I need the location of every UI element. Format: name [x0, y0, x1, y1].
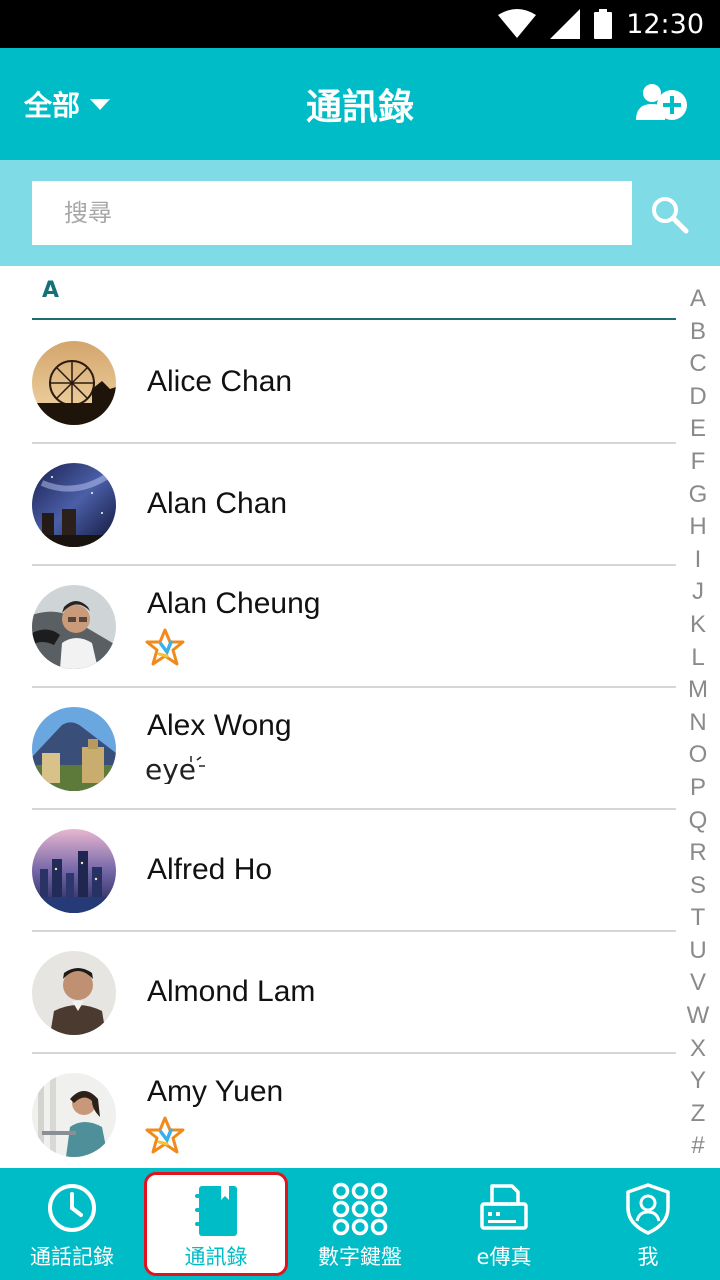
contact-row-amy-yuen[interactable]: Amy Yuen — [32, 1054, 676, 1168]
avatar — [32, 829, 116, 913]
profile-shield-icon — [626, 1183, 670, 1235]
index-letter[interactable]: X — [676, 1033, 720, 1066]
index-letter[interactable]: B — [676, 316, 720, 349]
fax-icon — [480, 1184, 528, 1230]
index-letter[interactable]: E — [676, 413, 720, 446]
section-header: A — [32, 266, 676, 320]
dialpad-icon — [332, 1182, 388, 1236]
contact-name: Alfred Ho — [147, 853, 273, 886]
contact-name: Amy Yuen — [147, 1075, 284, 1108]
signal-icon — [550, 9, 581, 39]
index-letter[interactable]: F — [676, 446, 720, 479]
nav-me[interactable]: 我 — [576, 1168, 720, 1280]
contact-name: Alan Cheung — [147, 587, 321, 620]
index-letter[interactable]: O — [676, 739, 720, 772]
avatar — [32, 951, 116, 1035]
avatar — [32, 585, 116, 669]
svg-text:eye: eye — [145, 753, 196, 784]
contact-name: Almond Lam — [147, 975, 316, 1008]
app-bar: 全部 通訊錄 — [0, 48, 720, 160]
contact-row-alan-cheung[interactable]: Alan Cheung — [32, 566, 676, 688]
index-letter[interactable]: # — [676, 1130, 720, 1163]
star-icon — [145, 628, 185, 666]
index-letter[interactable]: Z — [676, 1098, 720, 1131]
section-letter: A — [42, 278, 60, 303]
nav-contacts[interactable]: 通訊錄 — [144, 1172, 288, 1276]
index-letter[interactable]: N — [676, 707, 720, 740]
index-letter[interactable]: L — [676, 642, 720, 675]
index-letter[interactable]: V — [676, 967, 720, 1000]
eye-logo-icon: eye — [145, 753, 205, 784]
index-letter[interactable]: W — [676, 1000, 720, 1033]
search-input[interactable] — [32, 181, 632, 245]
search-bar — [0, 160, 720, 266]
alphabet-index[interactable]: A B C D E F G H I J K L M N O P Q R S T U V W X Y Z # — [676, 283, 720, 1163]
contact-row-alex-wong[interactable]: Alex Wong eye — [32, 688, 676, 810]
index-letter[interactable]: Y — [676, 1065, 720, 1098]
status-bar: 12:30 — [0, 0, 720, 48]
index-letter[interactable]: P — [676, 772, 720, 805]
contact-row-alfred-ho[interactable]: Alfred Ho — [32, 810, 676, 932]
index-letter[interactable]: I — [676, 544, 720, 577]
page-title: 通訊錄 — [305, 87, 414, 128]
contact-name: Alice Chan — [147, 365, 293, 398]
index-letter[interactable]: G — [676, 479, 720, 512]
index-letter[interactable]: D — [676, 381, 720, 414]
nav-label: e傳真 — [476, 1245, 532, 1269]
contact-row-alan-chan[interactable]: Alan Chan — [32, 444, 676, 566]
battery-icon — [594, 9, 613, 39]
wifi-icon — [498, 9, 537, 38]
contact-list[interactable]: A Alice Chan Alan Chan Alan Cheung Alex … — [0, 266, 720, 1168]
avatar — [32, 463, 116, 547]
status-time: 12:30 — [626, 8, 704, 40]
avatar — [32, 707, 116, 791]
contact-name: Alan Chan — [147, 487, 288, 520]
avatar — [32, 1073, 116, 1157]
nav-label: 通話記錄 — [30, 1245, 114, 1269]
index-letter[interactable]: M — [676, 674, 720, 707]
nav-efax[interactable]: e傳真 — [432, 1168, 576, 1280]
contact-row-alice-chan[interactable]: Alice Chan — [32, 322, 676, 444]
index-letter[interactable]: C — [676, 348, 720, 381]
nav-label: 我 — [637, 1245, 659, 1269]
bottom-nav: 通話記錄 通訊錄 數字鍵盤 e傳真 我 — [0, 1168, 720, 1280]
nav-dialpad[interactable]: 數字鍵盤 — [288, 1168, 432, 1280]
star-icon — [145, 1116, 185, 1154]
index-letter[interactable]: K — [676, 609, 720, 642]
index-letter[interactable]: S — [676, 870, 720, 903]
index-letter[interactable]: A — [676, 283, 720, 316]
nav-label: 通訊錄 — [184, 1245, 248, 1269]
index-letter[interactable]: U — [676, 935, 720, 968]
contact-row-almond-lam[interactable]: Almond Lam — [32, 932, 676, 1054]
search-icon[interactable] — [650, 195, 690, 235]
index-letter[interactable]: R — [676, 837, 720, 870]
address-book-icon — [195, 1186, 237, 1236]
index-letter[interactable]: J — [676, 576, 720, 609]
clock-icon — [48, 1184, 96, 1232]
index-letter[interactable]: T — [676, 902, 720, 935]
nav-label: 數字鍵盤 — [318, 1245, 402, 1269]
index-letter[interactable]: H — [676, 511, 720, 544]
add-contact-icon[interactable] — [636, 82, 690, 126]
contact-name: Alex Wong — [147, 709, 292, 742]
avatar — [32, 341, 116, 425]
index-letter[interactable]: Q — [676, 805, 720, 838]
nav-call-log[interactable]: 通話記錄 — [0, 1168, 144, 1280]
